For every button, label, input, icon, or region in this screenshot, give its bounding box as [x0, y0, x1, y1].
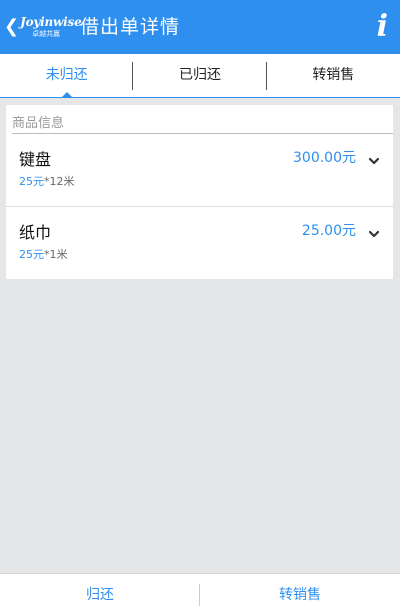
- return-button-label: 归还: [86, 587, 114, 603]
- item-name: 键盘: [19, 150, 52, 169]
- brand-logo: Joyinwise 卓越共赢: [20, 15, 82, 38]
- back-chevron-icon: ❮: [4, 16, 20, 37]
- tab-returned[interactable]: 已归还: [133, 54, 267, 97]
- item-name: 纸巾: [19, 223, 52, 242]
- product-info-card: 商品信息 键盘 300.00元 25元*12米 纸巾 25.00元 25元*1米: [6, 105, 393, 279]
- tab-not-returned[interactable]: 未归还: [0, 54, 134, 98]
- item-total: 25.00元: [301, 223, 356, 239]
- logo-wordmark: Joyinwise: [20, 15, 82, 29]
- item-unit-price: 25元: [19, 248, 44, 261]
- convert-to-sale-button[interactable]: 转销售: [200, 574, 400, 616]
- item-quantity: *12米: [44, 175, 75, 188]
- tab-converted-to-sale[interactable]: 转销售: [267, 54, 400, 97]
- page-title: 借出单详情: [80, 16, 181, 38]
- app-header: ❮ Joyinwise 卓越共赢 借出单详情 i: [0, 0, 400, 54]
- list-item[interactable]: 纸巾 25.00元 25元*1米: [6, 207, 393, 279]
- item-total: 300.00元: [293, 150, 356, 166]
- item-price-qty: 25元*1米: [19, 246, 68, 262]
- tab-label: 未归还: [45, 67, 88, 83]
- logo-tagline: 卓越共赢: [32, 30, 61, 38]
- chevron-down-icon[interactable]: [367, 154, 381, 168]
- bottom-action-bar: 归还 转销售: [0, 573, 400, 616]
- section-label: 商品信息: [12, 116, 65, 131]
- tab-label: 转销售: [312, 67, 355, 83]
- info-icon[interactable]: i: [377, 8, 388, 46]
- active-tab-indicator-icon: [60, 92, 73, 98]
- item-price-qty: 25元*12米: [19, 173, 75, 189]
- status-tabs: 未归还 已归还 转销售: [0, 54, 400, 98]
- tab-label: 已归还: [178, 67, 221, 83]
- chevron-down-icon[interactable]: [367, 227, 381, 241]
- item-quantity: *1米: [44, 248, 68, 261]
- item-unit-price: 25元: [19, 175, 44, 188]
- return-button[interactable]: 归还: [0, 574, 200, 616]
- list-item[interactable]: 键盘 300.00元 25元*12米: [6, 134, 393, 206]
- convert-to-sale-label: 转销售: [279, 587, 321, 603]
- back-button[interactable]: ❮ Joyinwise 卓越共赢: [0, 6, 82, 48]
